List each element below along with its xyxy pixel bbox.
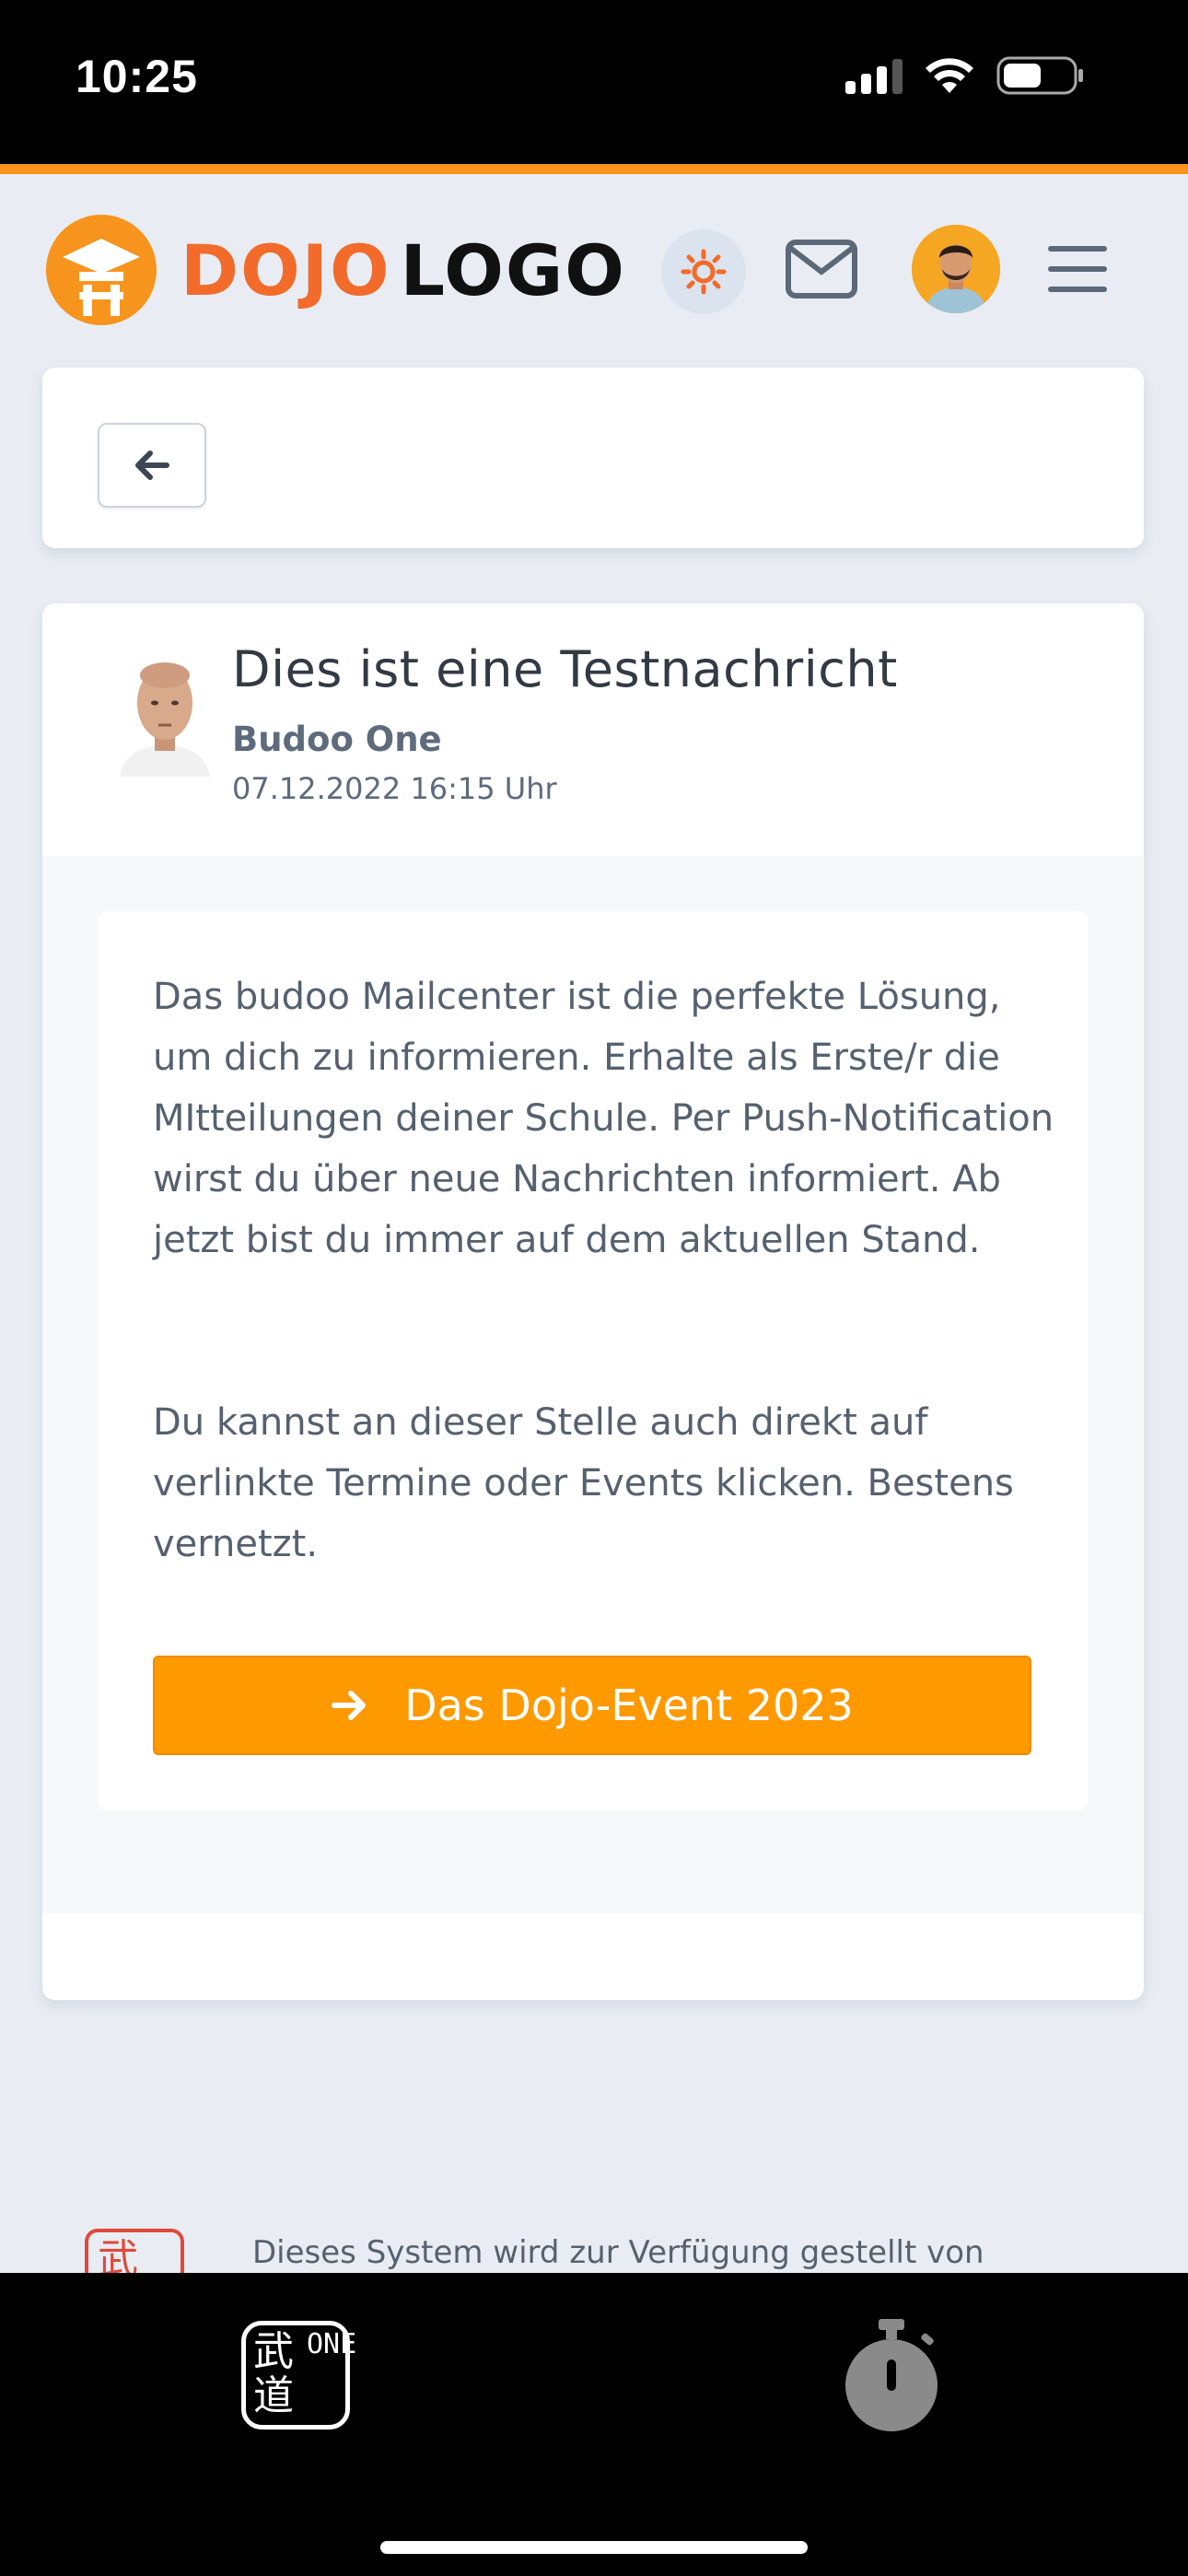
user-avatar-image — [912, 225, 1000, 313]
status-icons — [845, 55, 1085, 96]
stopwatch-icon[interactable] — [840, 2315, 943, 2435]
back-card — [42, 368, 1144, 548]
tab-home-letters: ONE — [307, 2328, 357, 2360]
message-card: Dies ist eine Testnachricht Budoo One 07… — [42, 603, 1144, 2000]
sender-avatar — [114, 648, 215, 777]
bottom-tab-bar: 武 道 ONE — [0, 2273, 1188, 2576]
tab-budoo-one-home[interactable]: 武 道 ONE — [241, 2321, 357, 2430]
mail-icon[interactable] — [785, 239, 858, 299]
user-avatar[interactable] — [912, 225, 1000, 313]
sun-icon — [681, 249, 727, 295]
arrow-left-icon — [135, 451, 169, 480]
footer-provided-by-text: Dieses System wird zur Verfügung gestell… — [252, 2234, 984, 2271]
message-date: 07.12.2022 16:15 Uhr — [232, 771, 557, 806]
tab-home-kanji-1: 武 — [253, 2328, 294, 2375]
logo-part-dojo: DOJO — [181, 229, 391, 311]
message-paragraph-2: Du kannst an dieser Stelle auch direkt a… — [153, 1401, 1014, 1565]
message-header: Dies ist eine Testnachricht Budoo One 07… — [42, 603, 1144, 856]
battery-icon — [996, 56, 1083, 95]
arrow-right-icon — [332, 1691, 367, 1720]
theme-toggle-button[interactable] — [661, 229, 746, 314]
budoo-one-footer-logo[interactable]: 武 — [85, 2229, 184, 2273]
wifi-icon — [926, 58, 973, 93]
event-link-label: Das Dojo-Event 2023 — [404, 1680, 854, 1730]
footer-logo-kanji: 武 — [98, 2236, 138, 2273]
logo-part-logo: LOGO — [400, 229, 626, 311]
message-content: Das budoo Mailcenter ist die perfekte Lö… — [98, 911, 1089, 1810]
tab-home-kanji-2: 道 — [253, 2372, 294, 2419]
message-sender: Budoo One — [232, 720, 442, 759]
back-button[interactable] — [98, 423, 206, 508]
home-indicator[interactable] — [380, 2541, 808, 2554]
message-title: Dies ist eine Testnachricht — [232, 640, 898, 698]
event-link-button[interactable]: Das Dojo-Event 2023 — [153, 1656, 1031, 1755]
status-time: 10:25 — [76, 51, 198, 102]
dojo-logo-text[interactable]: DOJO LOGO — [181, 225, 626, 317]
app-content: DOJO LOGO Dies ist eine Testnachricht Bu… — [0, 174, 1188, 2273]
accent-line — [0, 164, 1188, 174]
message-paragraph-1: Das budoo Mailcenter ist die perfekte Lö… — [153, 976, 1054, 1261]
dojo-logo-icon[interactable] — [46, 215, 157, 325]
cellular-signal-icon — [845, 57, 903, 94]
status-bar: 10:25 — [0, 0, 1188, 164]
app-header: DOJO LOGO — [0, 174, 1188, 358]
hamburger-menu-icon[interactable] — [1048, 246, 1107, 292]
